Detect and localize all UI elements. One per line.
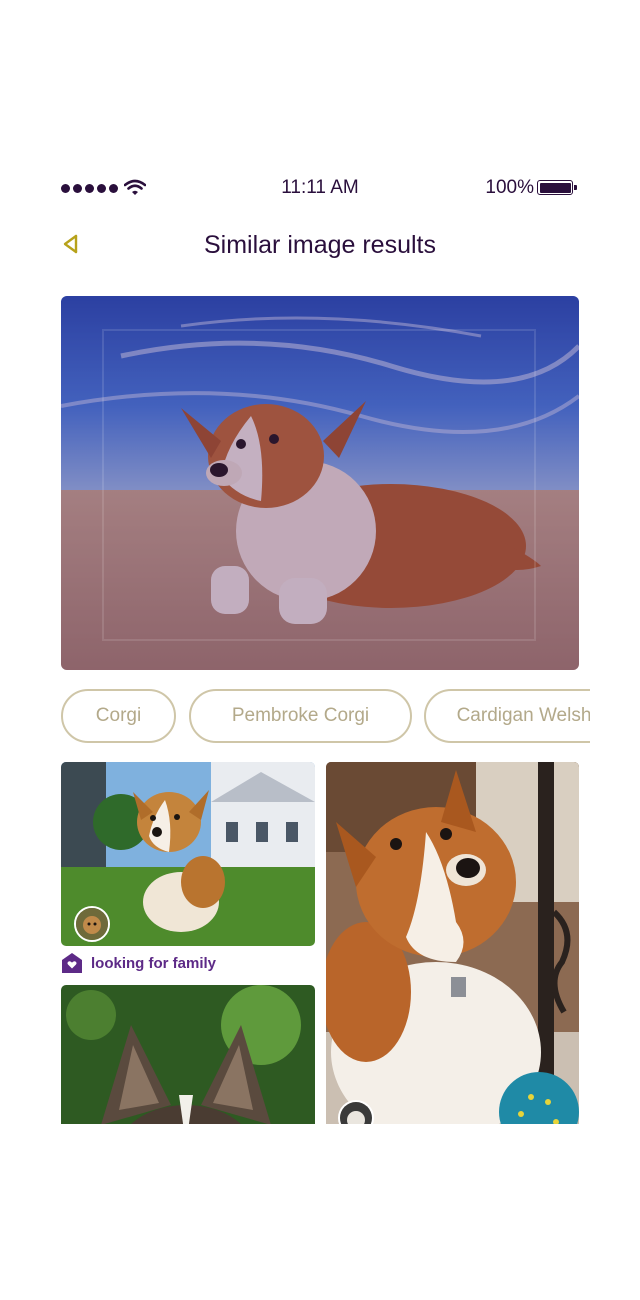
- chip-cardigan-welsh[interactable]: Cardigan Welsh: [424, 689, 590, 743]
- chip-corgi[interactable]: Corgi: [61, 689, 176, 743]
- bottom-fade: [0, 1124, 640, 1300]
- battery-percent: 100%: [485, 177, 534, 198]
- result-card-2[interactable]: [326, 762, 579, 1162]
- tag-chip-row[interactable]: Corgi Pembroke Corgi Cardigan Welsh: [61, 689, 590, 745]
- user-avatar[interactable]: [74, 906, 110, 942]
- status-bar: 11:11 AM 100%: [0, 176, 640, 202]
- home-heart-icon: [62, 953, 82, 973]
- tag-label: looking for family: [91, 954, 217, 972]
- looking-for-family-tag[interactable]: looking for family: [61, 951, 216, 975]
- query-image: [61, 296, 579, 670]
- page-title: Similar image results: [203, 231, 436, 259]
- battery-icon: [537, 180, 577, 195]
- result-card-1[interactable]: [61, 762, 315, 946]
- chip-pembroke-corgi[interactable]: Pembroke Corgi: [189, 689, 412, 743]
- crop-selection-box[interactable]: [102, 329, 536, 641]
